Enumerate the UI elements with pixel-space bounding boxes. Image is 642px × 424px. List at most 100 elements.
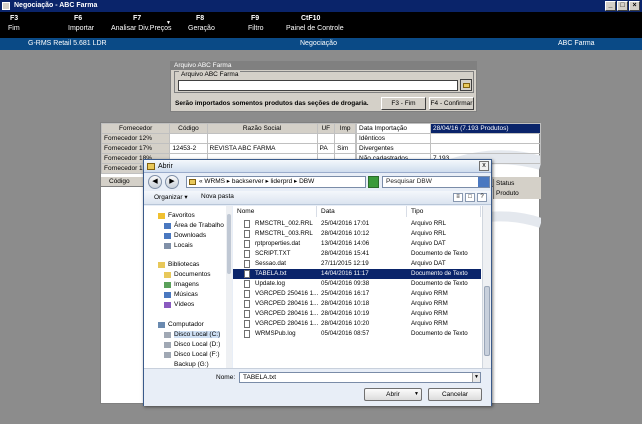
browse-folder-button[interactable] [460,79,472,91]
search-input[interactable]: Pesquisar DBW [382,176,490,188]
nav-locais[interactable]: Locais [164,242,193,249]
help-icon[interactable]: ? [477,193,487,202]
file-type: Documento de Texto [411,280,468,287]
header-module: Negociação [300,40,337,47]
nav-disk-c[interactable]: Disco Local (C:) [164,331,221,338]
cancel-button[interactable]: Cancelar [428,388,482,401]
new-folder-button[interactable]: Nova pasta [201,193,234,200]
documents-icon [164,272,171,278]
file-name: VGRCPED 280416 1... [255,300,319,307]
info-value [429,133,542,144]
file-row-selected[interactable]: TABELA.txt 14/04/2016 11:17 Documento de T… [233,269,481,279]
fkey-f3-button[interactable]: F3 Fim [8,14,20,34]
chevron-down-icon[interactable]: ▼ [472,373,480,382]
organize-button[interactable]: Organizar ▾ [154,193,188,201]
file-icon [244,250,250,258]
file-date: 05/04/2016 09:38 [321,280,370,287]
open-button[interactable]: Abrir ▼ [364,388,422,401]
nav-label: Bibliotecas [168,261,200,268]
file-row[interactable]: VGRCPED 280416 1... 28/04/2016 10:20 Arqui… [233,319,481,329]
window-controls: _ □ × [605,1,640,11]
nav-scrollbar[interactable] [226,206,232,368]
fkey-f8-button[interactable]: F8 Geração [188,14,215,34]
file-name: TABELA.txt [255,270,287,277]
file-date: 28/04/2016 15:41 [321,250,370,257]
nav-disk-f[interactable]: Disco Local (F:) [164,351,220,358]
nav-desktop[interactable]: Área de Trabalho [164,222,224,229]
col-tipo[interactable]: Tipo [407,206,481,217]
back-arrow-icon[interactable]: ◀ [148,175,162,189]
file-type: Arquivo DAT [411,260,446,267]
scrollbar-thumb[interactable] [227,214,231,274]
file-icon [244,270,250,278]
file-row[interactable]: SCRIPT.TXT 28/04/2016 15:41 Documento de T… [233,249,481,259]
fkey-key: F7 [133,15,142,22]
dropdown-arrow-icon: ▼ [166,20,171,26]
nav-backup[interactable]: Backup (G:) [174,361,209,368]
refresh-icon[interactable] [368,176,379,188]
fim-button[interactable]: F3 - Fim [381,97,426,110]
file-list-scrollbar[interactable] [482,206,491,368]
nav-label: Documentos [174,271,211,278]
folder-icon [463,83,470,88]
file-row[interactable]: Update.log 05/04/2016 09:38 Documento de T… [233,279,481,289]
file-row[interactable]: VGRCPED 280416 1... 28/04/2016 10:18 Arqui… [233,299,481,309]
cell [334,133,356,144]
file-row[interactable]: WRMSPub.log 05/04/2016 08:57 Documento de … [233,329,481,339]
search-icon[interactable] [478,177,489,187]
address-bar[interactable]: « WRMS ▸ backserver ▸ liderprd ▸ DBW [186,176,366,188]
filename-input[interactable]: TABELA.txt ▼ [239,372,481,383]
info-label: Idênticos [356,133,431,144]
confirmar-button[interactable]: F4 - Confirmar [429,97,474,110]
abc-file-input[interactable] [178,80,458,91]
nav-libraries[interactable]: Bibliotecas [158,261,200,268]
nav-musicas[interactable]: Músicas [164,291,198,298]
table-row[interactable]: Fornecedor 17% 12453-2 REVISTA ABC FARMA… [100,143,356,154]
file-row[interactable]: VGRCPED 250416 1... 25/04/2016 16:17 Arqui… [233,289,481,299]
abc-dialog-title: Arquivo ABC Farma [171,62,476,70]
view-options-icon[interactable]: ≡ [453,193,463,202]
nav-label: Disco Local (F:) [174,351,220,358]
minimize-button[interactable]: _ [605,1,616,11]
file-row[interactable]: RMSCTRL_002.RRL 25/04/2016 17:01 Arquivo R… [233,219,481,229]
file-row[interactable]: VGRCPED 280416 1... 28/04/2016 10:19 Arqui… [233,309,481,319]
col-nome[interactable]: Nome [233,206,317,217]
fkey-key: CtF10 [301,15,321,22]
table-row[interactable]: Fornecedor 12% [100,133,356,144]
col-produto: Produto [496,190,519,197]
maximize-button[interactable]: □ [617,1,628,11]
forward-arrow-icon[interactable]: ▶ [165,175,179,189]
library-icon [158,262,165,268]
status-column: Status Produto [493,179,541,199]
scrollbar-thumb[interactable] [484,286,490,356]
file-row[interactable]: RMSCTRL_003.RRL 28/04/2016 10:12 Arquivo R… [233,229,481,239]
nav-computer[interactable]: Computador [158,321,204,328]
file-row[interactable]: rptproperties.dat 13/04/2016 14:06 Arquivo… [233,239,481,249]
fkey-key: F8 [196,15,205,22]
close-button[interactable]: × [629,1,640,11]
file-name: VGRCPED 280416 1... [255,310,319,317]
info-value [429,143,542,154]
file-type: Documento de Texto [411,270,468,277]
nav-imagens[interactable]: Imagens [164,281,199,288]
nav-documentos[interactable]: Documentos [164,271,211,278]
fkey-f6-button[interactable]: F6 Importar [68,14,94,34]
file-row[interactable]: Sessao.dat 27/11/2015 12:19 Arquivo DAT [233,259,481,269]
fkey-f9-button[interactable]: F9 Filtro [248,14,264,34]
close-button[interactable]: x [479,161,489,171]
videos-icon [164,302,171,308]
file-type: Documento de Texto [411,330,468,337]
col-data[interactable]: Data [317,206,407,217]
fkey-ctf10-button[interactable]: CtF10 Painel de Controle [286,14,344,34]
chevron-down-icon[interactable]: ▼ [414,389,419,400]
nav-favorites[interactable]: Favoritos [158,212,195,219]
function-key-toolbar: F3 Fim F6 Importar F7 Analisar Div.Preço… [0,12,642,38]
nav-disk-d[interactable]: Disco Local (D:) [164,341,220,348]
col-uf: UF [316,123,336,134]
header-strip: G-RMS Retail 5.681 LDR Negociação ABC Fa… [0,38,642,50]
nav-videos[interactable]: Vídeos [164,301,194,308]
file-name: RMSCTRL_002.RRL [255,220,313,227]
preview-pane-icon[interactable]: □ [465,193,475,202]
fkey-f7-button[interactable]: F7 Analisar Div.Preços [111,14,172,34]
nav-downloads[interactable]: Downloads [164,232,206,239]
